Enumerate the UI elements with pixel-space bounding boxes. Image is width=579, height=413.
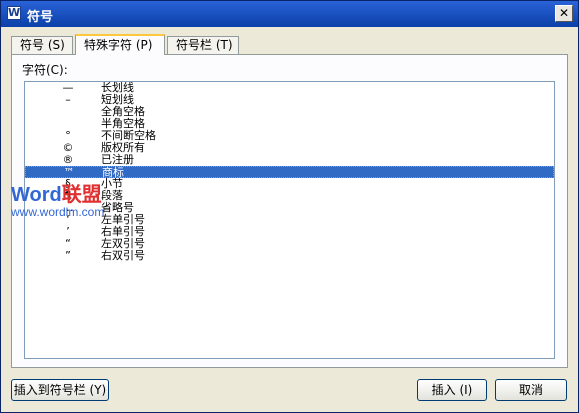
word-app-icon: W: [7, 6, 21, 20]
character-row[interactable]: ” 右双引号: [25, 250, 554, 262]
character-symbol: ®: [62, 153, 74, 166]
character-row[interactable]: ® 已注册: [25, 154, 554, 166]
dialog-title: 符号: [27, 10, 54, 25]
watermark: Word联盟 www.wordlm.com: [11, 184, 104, 218]
character-name: 右双引号: [101, 249, 145, 262]
characters-label: 字符(C):: [22, 63, 68, 77]
watermark-logo: Word联盟: [11, 184, 104, 206]
watermark-url: www.wordlm.com: [11, 205, 105, 219]
character-symbol: ”: [65, 249, 71, 262]
watermark-logo-accent: 联盟: [61, 184, 102, 206]
close-icon: ✕: [558, 6, 570, 20]
character-name: 已注册: [101, 153, 134, 166]
tab-symbols[interactable]: 符号 (S): [11, 36, 73, 54]
character-symbol: –: [65, 93, 71, 106]
tab-special-characters[interactable]: 特殊字符 (P): [75, 34, 165, 55]
close-button[interactable]: ✕: [555, 5, 573, 22]
title-bar[interactable]: W 符号 ✕: [1, 1, 578, 27]
symbol-dialog: W 符号 ✕ 符号 (S) 特殊字符 (P) 符号栏 (T) 字符(C): — 长…: [0, 0, 579, 413]
characters-listbox[interactable]: — 长划线 – 短划线 全角空格 半角空格 ° 不间断空格 © 版权所有 ® 已注册 ™ 商标 § 小节 ¶ 段落…: [24, 81, 555, 359]
insert-button[interactable]: 插入 (I): [417, 379, 487, 401]
watermark-logo-main: Word: [11, 184, 62, 206]
tab-symbol-bar[interactable]: 符号栏 (T): [167, 36, 239, 54]
cancel-button[interactable]: 取消: [495, 379, 567, 401]
insert-to-symbol-bar-button[interactable]: 插入到符号栏 (Y): [11, 379, 109, 401]
